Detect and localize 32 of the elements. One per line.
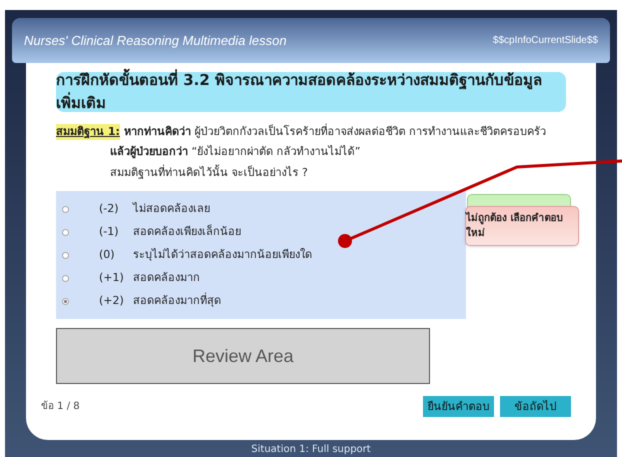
- answer-option[interactable]: (0) ระบุไม่ได้ว่าสอดคล้องมากน้อยเพียงใด: [62, 246, 466, 264]
- lesson-title: Nurses' Clinical Reasoning Multimedia lesson: [24, 32, 287, 50]
- radio-button[interactable]: [62, 206, 69, 213]
- radio-button[interactable]: [62, 252, 69, 259]
- action-button[interactable]: ยืนยันคำตอบ: [423, 396, 494, 418]
- radio-button[interactable]: [62, 298, 69, 305]
- hypothesis-text: สมมติฐานที่ท่านคิดไว้นั้น จะเป็นอย่างไร ?: [109, 164, 309, 181]
- option-text: ไม่สอดคล้องเลย: [133, 201, 210, 218]
- option-text: สอดคล้องมากที่สุด: [133, 293, 221, 310]
- answer-option[interactable]: (+1) สอดคล้องมาก: [62, 269, 466, 288]
- radio-button[interactable]: [62, 228, 69, 236]
- option-score: (-2): [99, 201, 120, 218]
- option-text: ระบุไม่ได้ว่าสอดคล้องมากน้อยเพียงใด: [133, 247, 312, 264]
- option-score: (-1): [99, 224, 120, 240]
- option-score: (0): [99, 247, 116, 264]
- answer-option[interactable]: (-2) ไม่สอดคล้องเลย: [62, 200, 466, 218]
- hypothesis-text: แล้วผู้ป่วยบอกว่า “ยังไม่อยากผ่าตัด กลัวทำงานไม่ได้”: [109, 144, 362, 160]
- option-text: สอดคล้องมาก: [133, 270, 200, 286]
- slide-info: $$cpInfoCurrentSlide$$: [492, 34, 598, 48]
- answer-option[interactable]: (+2) สอดคล้องมากที่สุด: [62, 292, 466, 310]
- option-score: (+1): [99, 270, 125, 286]
- option-score: (+2): [99, 293, 125, 310]
- radio-button[interactable]: [62, 274, 69, 282]
- feedback-popup: ไม่ถูกต้อง เลือกคำตอบใหม่: [465, 206, 579, 246]
- hypothesis-text: หากท่านคิดว่า ผู้ป่วยวิตกกังวลเป็นโรคร้ายที่อาจส่งผลต่อชีวิต การทำงานและชีวิตครอบครัว: [124, 124, 546, 140]
- hypothesis-label: สมมติฐาน 1:: [56, 124, 120, 140]
- answer-option[interactable]: (-1) สอดคล้องเพียงเล็กน้อย: [62, 223, 466, 242]
- action-button[interactable]: ข้อถัดไป: [500, 396, 571, 418]
- option-text: สอดคล้องเพียงเล็กน้อย: [133, 224, 241, 240]
- situation-label: Situation 1: Full support: [251, 443, 371, 457]
- review-area: Review Area: [56, 328, 430, 384]
- question-counter: ข้อ 1 / 8: [41, 400, 80, 414]
